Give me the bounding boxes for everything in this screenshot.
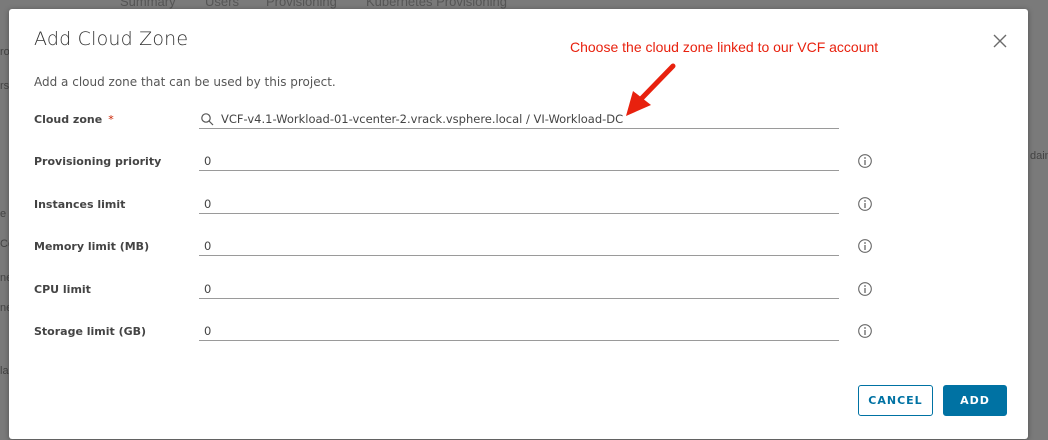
- instances-limit-row: Instances limit: [9, 194, 1028, 224]
- instances-limit-label: Instances limit: [34, 198, 126, 211]
- cloud-zone-row: Cloud zone *: [9, 109, 1028, 139]
- bg-tab-users: Users: [205, 0, 239, 9]
- provisioning-priority-label: Provisioning priority: [34, 155, 162, 168]
- provisioning-priority-input[interactable]: [199, 151, 839, 171]
- cloud-zone-input[interactable]: [199, 109, 839, 129]
- memory-limit-row: Memory limit (MB): [9, 236, 1028, 266]
- bg-tab-kubernetes: Kubernetes Provisioning: [366, 0, 507, 9]
- storage-limit-input[interactable]: [199, 321, 839, 341]
- provisioning-priority-row: Provisioning priority: [9, 151, 1028, 181]
- bg-fragment: la: [0, 365, 9, 377]
- bg-tab-summary: Summary: [120, 0, 176, 9]
- bg-fragment: rs: [0, 80, 10, 92]
- bg-fragment-right: dain: [1030, 150, 1048, 162]
- required-marker: *: [108, 113, 114, 126]
- bg-tab-provisioning: Provisioning: [266, 0, 337, 9]
- info-icon[interactable]: [857, 323, 873, 339]
- close-icon[interactable]: [990, 31, 1010, 51]
- dialog-title: Add Cloud Zone: [34, 28, 189, 50]
- add-button[interactable]: ADD: [943, 385, 1007, 416]
- instances-limit-input[interactable]: [199, 194, 839, 214]
- memory-limit-input[interactable]: [199, 236, 839, 256]
- memory-limit-label: Memory limit (MB): [34, 240, 150, 253]
- bg-fragment: e: [0, 208, 7, 220]
- dialog-subtitle: Add a cloud zone that can be used by thi…: [34, 75, 336, 89]
- cpu-limit-input[interactable]: [199, 279, 839, 299]
- cpu-limit-label: CPU limit: [34, 283, 91, 296]
- storage-limit-label: Storage limit (GB): [34, 325, 147, 338]
- cloud-zone-label: Cloud zone *: [34, 113, 114, 126]
- cancel-button[interactable]: CANCEL: [858, 385, 933, 416]
- info-icon[interactable]: [857, 153, 873, 169]
- add-cloud-zone-dialog: Add Cloud Zone Choose the cloud zone lin…: [9, 9, 1028, 439]
- info-icon[interactable]: [857, 281, 873, 297]
- storage-limit-row: Storage limit (GB): [9, 321, 1028, 351]
- info-icon[interactable]: [857, 238, 873, 254]
- annotation-text: Choose the cloud zone linked to our VCF …: [570, 39, 879, 55]
- cpu-limit-row: CPU limit: [9, 279, 1028, 309]
- info-icon[interactable]: [857, 196, 873, 212]
